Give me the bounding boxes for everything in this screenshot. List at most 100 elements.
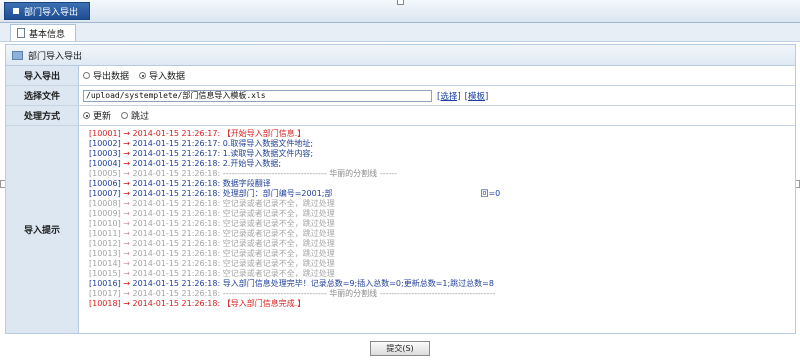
panel-title: 部门导入导出 [28,51,83,62]
radio-skip-circle[interactable] [121,112,129,119]
log-line-message: 数据字段翻译 [222,179,271,188]
log-line-number: [10014] [89,259,121,268]
log-line: [10009] → 2014-01-15 21:26:18: 空记录或者记录不全… [89,209,795,219]
log-line: [10002] → 2014-01-15 21:26:17: 0.取得导入数据文… [89,139,795,149]
log-line-time: 2014-01-15 21:26:18: [132,299,221,308]
separator-line: ------------------------------------ [222,169,330,178]
label-select-file: 选择文件 [6,86,79,105]
log-line-time: 2014-01-15 21:26:18: [132,239,221,248]
log-line-message: 空记录或者记录不全，跳过处理 [222,239,335,248]
document-icon [17,28,25,38]
log-line: [10014] → 2014-01-15 21:26:18: 空记录或者记录不全… [89,259,795,269]
log-line-time: 2014-01-15 21:26:18: [132,259,221,268]
log-line-number: [10009] [89,209,121,218]
log-line-time: 2014-01-15 21:26:18: [132,279,221,288]
select-link[interactable]: [选择] [437,90,461,102]
log-line-number: [10016] [89,279,121,288]
arrow-icon: → [120,189,133,198]
log-line-message: 导入部门信息处理完毕！记录总数=9;插入总数=0;更新总数=1;跳过总数=8 [222,279,494,288]
log-line-time: 2014-01-15 21:26:18: [132,249,221,258]
log-line-number: [10013] [89,249,121,258]
submit-button[interactable]: 提交(S) [370,341,430,356]
log-line-message: 空记录或者记录不全，跳过处理 [222,269,335,278]
arrow-icon: → [120,209,133,218]
template-link[interactable]: [模板] [465,90,489,102]
log-line: [10015] → 2014-01-15 21:26:18: 空记录或者记录不全… [89,269,795,279]
log-line-number: [10004] [89,159,121,168]
label-process-mode: 处理方式 [6,106,79,125]
log-line-number: [10015] [89,269,121,278]
top-tab-bar: 部门导入导出 [0,0,800,23]
radio-export-circle[interactable] [83,72,90,79]
arrow-icon: → [120,199,133,208]
log-line-message: 空记录或者记录不全，跳过处理 [222,199,335,208]
radio-import-label: 导入数据 [149,72,186,82]
log-line: [10006] → 2014-01-15 21:26:18: 数据字段翻译 [89,179,795,189]
log-line-message: 处理部门：部门编号=2001;部 [222,189,333,198]
radio-export[interactable]: 导出数据 [83,69,129,82]
separator-label: 华丽的分割线 [329,169,378,178]
log-line-time: 2014-01-15 21:26:17: [132,149,221,158]
arrow-icon: → [120,279,133,288]
main-tab[interactable]: 部门导入导出 [4,2,90,20]
label-import-export: 导入导出 [6,66,79,85]
main-tab-label: 部门导入导出 [24,7,79,18]
log-line-message: 空记录或者记录不全，跳过处理 [222,209,335,218]
log-line-message: 1.读取导入数据文件内容; [222,149,314,158]
log-line-time: 2014-01-15 21:26:18: [132,229,221,238]
radio-export-label: 导出数据 [93,72,130,82]
log-line-number: [10008] [89,199,121,208]
log-line: [10011] → 2014-01-15 21:26:18: 空记录或者记录不全… [89,229,795,239]
radio-skip-label: 跳过 [131,112,150,122]
arrow-icon: → [120,169,133,178]
arrow-icon: → [120,149,133,158]
radio-import-circle[interactable] [139,72,147,79]
log-line-number: [10006] [89,179,121,188]
separator-line: ---------------------------------------- [377,289,496,298]
log-line-time: 2014-01-15 21:26:18: [132,179,221,188]
arrow-icon: → [120,239,133,248]
import-log-area: [10001] → 2014-01-15 21:26:17: 【开始导入部门信息… [79,126,795,333]
log-line: [10018] → 2014-01-15 21:26:18: 【导入部门信息完成… [89,299,795,309]
log-line-time: 2014-01-15 21:26:18: [132,289,221,298]
sub-tab-bar: 基本信息 [0,23,800,42]
log-line: [10008] → 2014-01-15 21:26:18: 空记录或者记录不全… [89,199,795,209]
log-line-number: [10003] [89,149,121,158]
log-line-message: 【导入部门信息完成.】 [222,299,306,308]
log-line-time: 2014-01-15 21:26:17: [132,139,221,148]
log-line-number: [10018] [89,299,121,308]
radio-update-label: 更新 [93,112,112,122]
log-line-tail: 回=0 [480,189,501,198]
log-line-time: 2014-01-15 21:26:17: [132,129,221,138]
arrow-icon: → [120,179,133,188]
arrow-icon: → [120,249,133,258]
radio-update-circle[interactable] [83,112,90,119]
log-line-message: 【开始导入部门信息.】 [222,129,306,138]
arrow-icon: → [120,229,133,238]
log-line-time: 2014-01-15 21:26:18: [132,209,221,218]
tab-basic-info[interactable]: 基本信息 [10,24,76,41]
resize-handle-top[interactable] [397,0,404,5]
radio-skip[interactable]: 跳过 [121,109,149,122]
log-line-number: [10001] [89,129,121,138]
log-line-time: 2014-01-15 21:26:18: [132,199,221,208]
log-line-time: 2014-01-15 21:26:18: [132,159,221,168]
file-path-input[interactable]: /upload/systemplete/部门信息导入模板.xls [83,89,432,102]
log-line: [10010] → 2014-01-15 21:26:18: 空记录或者记录不全… [89,219,795,229]
redacted-region [397,155,542,178]
log-line-number: [10007] [89,189,121,198]
log-line-message: 0.取得导入数据文件地址; [222,139,314,148]
log-line-number: [10011] [89,229,121,238]
log-line: [10012] → 2014-01-15 21:26:18: 空记录或者记录不全… [89,239,795,249]
log-line-number: [10002] [89,139,121,148]
log-line-number: [10017] [89,289,121,298]
radio-update[interactable]: 更新 [83,109,111,122]
log-line-message: 空记录或者记录不全，跳过处理 [222,229,335,238]
log-line: [10013] → 2014-01-15 21:26:18: 空记录或者记录不全… [89,249,795,259]
radio-import[interactable]: 导入数据 [139,69,185,82]
tab-square-icon [13,8,19,14]
arrow-icon: → [120,139,133,148]
separator-line: ------------------------------------ [222,289,330,298]
log-line-time: 2014-01-15 21:26:18: [132,169,221,178]
log-line-message: 空记录或者记录不全，跳过处理 [222,259,335,268]
